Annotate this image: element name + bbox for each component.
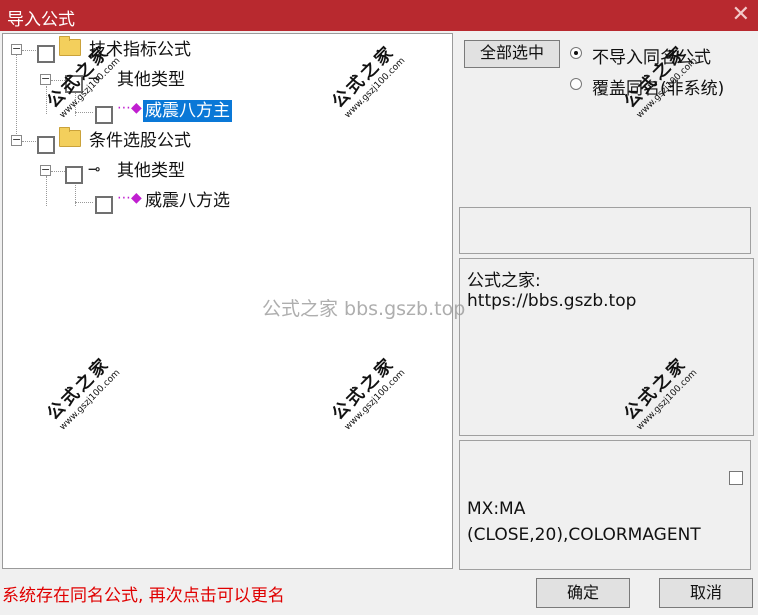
select-all-button[interactable]: 全部选中 (464, 40, 560, 68)
status-message: 系统存在同名公式, 再次点击可以更名 (2, 586, 285, 606)
tree-item-label: 其他类型 (117, 161, 185, 181)
radio-button[interactable] (570, 47, 582, 59)
empty-field (459, 207, 751, 254)
collapse-icon[interactable]: − (11, 43, 22, 55)
tree-item-label: 条件选股公式 (89, 131, 191, 151)
tree-item-label: 威震八方主 (143, 100, 232, 122)
tree-item-label: 威震八方选 (145, 191, 230, 211)
formula-line-2: (CLOSE,20),COLORMAGENT (467, 525, 701, 545)
info-title: 公式之家: (467, 271, 541, 291)
key-icon: ⊸ (88, 160, 101, 178)
tree-item-other-type-2[interactable]: − ⊸ 其他类型 (3, 160, 443, 184)
formula-diamond-icon: ⋯◆ (117, 190, 142, 206)
collapse-icon[interactable]: − (11, 134, 22, 146)
window-title: 导入公式 (7, 10, 75, 30)
tree-checkbox[interactable] (95, 196, 113, 214)
folder-icon (59, 36, 81, 56)
watermark-text: 公式之家 bbs.gszb.top (262, 298, 466, 320)
title-bar: 导入公式 ✕ (0, 0, 758, 31)
ok-button[interactable]: 确定 (536, 578, 630, 608)
tree-checkbox[interactable] (37, 136, 55, 154)
tree-checkbox[interactable] (65, 166, 83, 184)
tree-item-formula-select[interactable]: ⋯◆ 威震八方选 (3, 190, 443, 214)
close-icon[interactable]: ✕ (732, 2, 750, 27)
radio-button[interactable] (570, 78, 582, 90)
preview-checkbox[interactable] (729, 471, 743, 485)
cancel-button[interactable]: 取消 (659, 578, 753, 608)
formula-preview: MX:MA (CLOSE,20),COLORMAGENT (459, 440, 751, 570)
tree-checkbox[interactable] (37, 45, 55, 63)
formula-line-1: MX:MA (467, 499, 526, 519)
info-url: https://bbs.gszb.top (467, 291, 637, 311)
collapse-icon[interactable]: − (40, 164, 51, 176)
